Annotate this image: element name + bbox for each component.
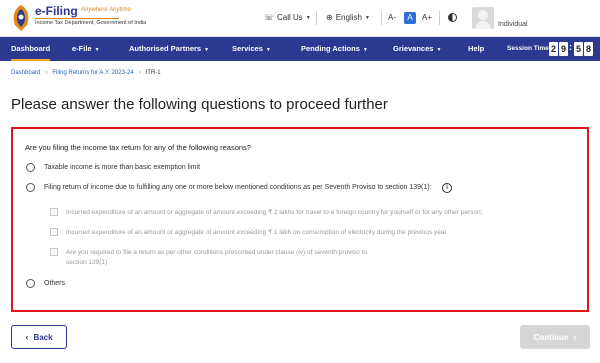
- header-divider: [439, 11, 440, 25]
- checkbox-electricity[interactable]: [50, 228, 58, 236]
- breadcrumb-filing-returns[interactable]: Filing Returns for A.Y. 2023-24: [52, 70, 133, 76]
- globe-icon: ⊕: [326, 13, 333, 22]
- header-divider: [381, 11, 382, 25]
- session-colon: :: [569, 42, 572, 52]
- nav-label: Authorised Partners: [129, 44, 202, 53]
- back-button[interactable]: ‹ Back: [11, 325, 67, 349]
- contrast-icon[interactable]: [448, 13, 457, 22]
- sub-option-label: Are you required to file a return as per…: [66, 249, 367, 256]
- avatar[interactable]: [472, 7, 494, 29]
- call-us-button[interactable]: ☏ Call Us ▼: [264, 13, 311, 22]
- emblem-icon: [13, 5, 29, 31]
- chevron-down-icon: ▼: [436, 47, 442, 53]
- checkbox-foreign-travel[interactable]: [50, 208, 58, 216]
- session-digit: 9: [559, 42, 568, 56]
- continue-button[interactable]: Continue ›: [520, 325, 590, 349]
- option-label[interactable]: Taxable income is more than basic exempt…: [44, 164, 200, 171]
- nav-label: Pending Actions: [301, 44, 360, 53]
- page-title: Please answer the following questions to…: [11, 96, 388, 113]
- chevron-down-icon: ▼: [362, 47, 368, 53]
- main-nav: Dashboard e-File ▼ Authorised Partners ▼ S…: [0, 37, 600, 61]
- question-box: Are you filing the income tax return for…: [11, 127, 589, 312]
- chevron-down-icon: ▼: [265, 47, 271, 53]
- logo-divider: [35, 18, 119, 19]
- sub-option-label: Incurred expenditure of an amount or agg…: [66, 229, 447, 236]
- nav-authorised-partners[interactable]: Authorised Partners ▼: [129, 37, 209, 61]
- breadcrumb: Dashboard › Filing Returns for A.Y. 2023…: [11, 70, 161, 76]
- nav-label: Help: [468, 44, 485, 53]
- chevron-down-icon: ▼: [204, 47, 210, 53]
- radio-others[interactable]: [26, 279, 35, 288]
- font-normal-button[interactable]: A: [404, 12, 416, 24]
- nav-dashboard[interactable]: Dashboard: [11, 37, 51, 61]
- chevron-down-icon: ▼: [305, 14, 311, 21]
- nav-pending-actions[interactable]: Pending Actions ▼: [301, 37, 368, 61]
- header-divider: [316, 11, 317, 25]
- breadcrumb-current: ITR-1: [145, 70, 161, 76]
- nav-label: Grievances: [393, 44, 434, 53]
- chevron-right-icon: ›: [138, 70, 141, 76]
- chevron-down-icon: ▼: [94, 47, 100, 53]
- session-digit: 2: [549, 42, 558, 56]
- chevron-down-icon: ▼: [364, 14, 370, 21]
- back-label: Back: [33, 332, 53, 342]
- logo-title: e-Filing: [35, 4, 78, 18]
- question-text: Are you filing the income tax return for…: [25, 143, 251, 152]
- breadcrumb-dashboard[interactable]: Dashboard: [11, 70, 40, 76]
- sub-option-label: section 139(1): [66, 259, 108, 266]
- language-label: English: [335, 13, 362, 22]
- user-role: Individual: [498, 21, 528, 28]
- radio-seventh-proviso[interactable]: [26, 183, 35, 192]
- chevron-right-icon: ›: [45, 70, 48, 76]
- session-time-label: Session Time: [507, 45, 549, 52]
- call-us-label: Call Us: [277, 13, 303, 22]
- nav-help[interactable]: Help: [468, 37, 484, 61]
- session-digit: 5: [574, 42, 583, 56]
- nav-e-file[interactable]: e-File ▼: [72, 37, 100, 61]
- chevron-left-icon: ‹: [25, 332, 29, 342]
- logo-tagline: Anywhere Anytime: [81, 7, 131, 13]
- nav-label: Dashboard: [11, 44, 51, 53]
- font-increase-button[interactable]: A+: [421, 12, 433, 24]
- continue-label: Continue: [533, 332, 569, 342]
- efiling-logo[interactable]: e-Filing Anywhere Anytime Income Tax Dep…: [9, 3, 146, 34]
- option-label[interactable]: Others: [44, 280, 65, 287]
- nav-grievances[interactable]: Grievances ▼: [393, 37, 441, 61]
- chevron-right-icon: ›: [573, 332, 577, 342]
- checkbox-other-conditions[interactable]: [50, 248, 58, 256]
- radio-taxable-income[interactable]: [26, 163, 35, 172]
- sub-option-label: Incurred expenditure of an amount or agg…: [66, 209, 483, 216]
- logo-subtitle: Income Tax Department, Government of Ind…: [35, 20, 147, 26]
- font-decrease-button[interactable]: A-: [386, 12, 398, 24]
- top-header: e-Filing Anywhere Anytime Income Tax Dep…: [0, 0, 600, 37]
- session-digit: 8: [584, 42, 593, 56]
- nav-label: Services: [232, 44, 263, 53]
- nav-label: e-File: [72, 44, 92, 53]
- phone-icon: ☏: [264, 13, 275, 22]
- language-selector[interactable]: ⊕ English ▼: [326, 13, 370, 22]
- option-label[interactable]: Filing return of income due to fulfillin…: [44, 184, 432, 191]
- info-icon[interactable]: i: [442, 183, 452, 193]
- nav-services[interactable]: Services ▼: [232, 37, 271, 61]
